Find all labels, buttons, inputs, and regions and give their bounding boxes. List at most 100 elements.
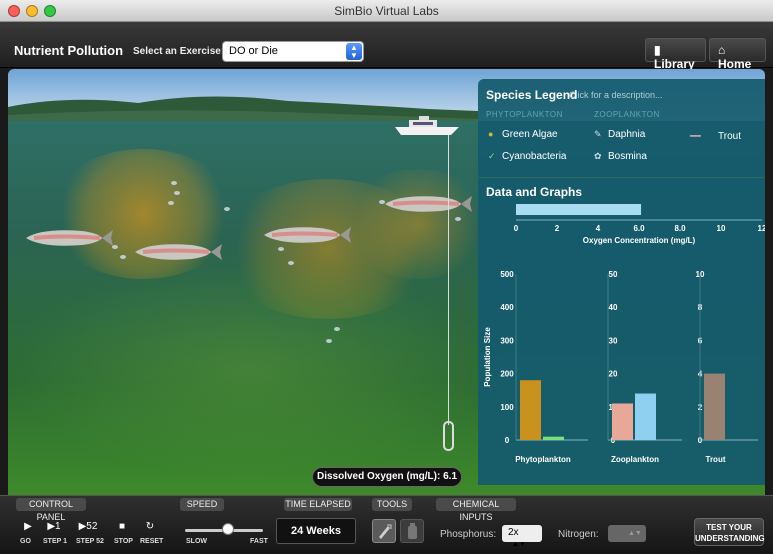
- test-label-line-2: UNDERSTANDING: [695, 534, 765, 543]
- zooplankton-dot: [326, 339, 332, 343]
- probe-tool-icon: [379, 524, 392, 539]
- go-label: GO: [20, 538, 31, 545]
- sampling-tool-button[interactable]: [372, 519, 396, 543]
- time-elapsed-value: 24 Weeks: [276, 518, 356, 544]
- select-arrows-icon: ▲▼: [628, 530, 642, 537]
- test-your-understanding-button[interactable]: TEST YOUR UNDERSTANDING: [694, 518, 765, 546]
- bottle-tool-button[interactable]: [400, 519, 424, 543]
- legend-item-label: Trout: [718, 131, 741, 142]
- trout-fish: [135, 244, 222, 260]
- legend-item-bosmina[interactable]: ✿ Bosmina: [594, 151, 647, 162]
- legend-title: Species Legend: [486, 88, 578, 102]
- phytoplankton-header: PHYTOPLANKTON: [486, 110, 563, 119]
- phosphorus-label: Phosphorus:: [440, 529, 497, 540]
- phosphorus-select[interactable]: 2x ▲▼: [502, 525, 542, 548]
- exercise-select-value: DO or Die: [229, 45, 278, 57]
- select-arrows-icon: ▲▼: [512, 541, 526, 548]
- oxygen-bar: [516, 204, 642, 215]
- step-1-label: STEP 1: [43, 538, 67, 545]
- algae-cloud: [8, 259, 488, 479]
- step-52-button[interactable]: ▶52: [76, 521, 100, 532]
- test-label-line-1: TEST YOUR: [706, 523, 752, 532]
- step-1-button[interactable]: ▶1: [42, 521, 66, 532]
- reset-label: RESET: [140, 538, 164, 545]
- speed-tab: SPEED: [180, 498, 224, 511]
- app-title: Nutrient Pollution: [14, 43, 124, 58]
- legend-item-green-algae[interactable]: ● Green Algae: [488, 129, 558, 140]
- tick-label: 2: [555, 224, 560, 233]
- bottle-icon: [408, 523, 417, 539]
- trout-fish: [385, 196, 472, 212]
- tick-label: 300: [500, 336, 514, 345]
- y-axis-label: Population Size: [483, 327, 492, 387]
- oxygen-probe: [443, 421, 454, 451]
- tick-label: 40: [609, 303, 618, 312]
- go-button[interactable]: ▶: [16, 521, 40, 532]
- population-bar: [520, 380, 541, 440]
- tools-tab: TOOLS: [372, 498, 412, 511]
- nitrogen-select[interactable]: ▲▼: [608, 525, 646, 542]
- population-bar: [635, 393, 656, 440]
- population-bar: [704, 373, 725, 440]
- legend-item-label: Bosmina: [608, 151, 647, 162]
- home-icon: ⌂: [718, 43, 726, 57]
- fast-label: FAST: [250, 538, 268, 545]
- graphs-title: Data and Graphs: [486, 185, 583, 199]
- stop-button[interactable]: ■: [110, 521, 134, 532]
- tick-label: 500: [500, 270, 514, 279]
- tick-label: 8.0: [674, 224, 686, 233]
- zooplankton-dot: [278, 247, 284, 251]
- legend-item-trout[interactable]: ━━ Trout: [690, 131, 741, 142]
- zooplankton-dot: [334, 327, 340, 331]
- group-label: Zooplankton: [611, 455, 659, 464]
- zooplankton-dot: [112, 245, 118, 249]
- nitrogen-label: Nitrogen:: [558, 529, 599, 540]
- population-bar: [543, 436, 564, 440]
- population-size-chart: Population Size 0 100 200 300 400 500 Phytoplan…: [483, 270, 758, 464]
- daphnia-icon: ✎: [594, 129, 602, 139]
- tick-label: 400: [500, 303, 514, 312]
- exercise-select[interactable]: DO or Die ▲ ▼: [222, 41, 364, 62]
- legend-item-cyanobacteria[interactable]: ✓ Cyanobacteria: [488, 151, 566, 162]
- step-52-label: STEP 52: [76, 538, 104, 545]
- data-and-graphs-panel: Data and Graphs 0 2 4 6.0 8.0 10 12 Oxygen Conc…: [478, 178, 765, 485]
- zooplankton-dot: [174, 191, 180, 195]
- home-button[interactable]: ⌂ Home: [709, 38, 766, 71]
- group-label: Phytoplankton: [515, 455, 571, 464]
- zooplankton-dot: [168, 201, 174, 205]
- legend-item-daphnia[interactable]: ✎ Daphnia: [594, 129, 645, 140]
- stop-label: STOP: [114, 538, 133, 545]
- legend-item-label: Green Algae: [502, 129, 558, 140]
- slow-label: SLOW: [186, 538, 207, 545]
- library-button[interactable]: ▮ Library: [645, 38, 706, 71]
- tick-label: 50: [609, 270, 618, 279]
- bosmina-icon: ✿: [594, 151, 602, 161]
- zooplankton-dot: [224, 207, 230, 211]
- reset-button[interactable]: ↻: [138, 521, 162, 532]
- tick-label: 200: [500, 370, 514, 379]
- tick-label: 4: [596, 224, 601, 233]
- speed-slider-handle[interactable]: [221, 523, 234, 535]
- zooplankton-dot: [171, 181, 177, 185]
- tick-label: 20: [609, 370, 618, 379]
- species-legend[interactable]: Species Legend Click for a description..…: [478, 79, 765, 177]
- tick-label: 0: [505, 436, 510, 445]
- select-arrows-icon: ▲▼: [346, 43, 362, 60]
- simulation-scene[interactable]: Dissolved Oxygen (mg/L): 6.1 Species Leg…: [8, 69, 765, 495]
- zooplankton-dot: [455, 217, 461, 221]
- trout-icon: ━━: [690, 131, 701, 141]
- research-boat: [395, 116, 459, 135]
- legend-hint: Click for a description...: [569, 90, 663, 100]
- phosphorus-value: 2x: [508, 527, 519, 538]
- algae-cloud: [348, 169, 488, 279]
- group-label: Trout: [706, 455, 726, 464]
- zooplankton-dot: [120, 255, 126, 259]
- tick-label: 12: [758, 224, 765, 233]
- book-icon: ▮: [654, 43, 661, 57]
- tick-label: 6.0: [633, 224, 645, 233]
- zooplankton-header: ZOOPLANKTON: [594, 110, 660, 119]
- window-title: SimBio Virtual Labs: [334, 4, 439, 18]
- oxygen-concentration-chart: 0 2 4 6.0 8.0 10 12 Oxygen Concentration (mg/L): [514, 204, 765, 245]
- exercise-label: Select an Exercise:: [133, 46, 225, 57]
- legend-item-label: Daphnia: [608, 129, 646, 140]
